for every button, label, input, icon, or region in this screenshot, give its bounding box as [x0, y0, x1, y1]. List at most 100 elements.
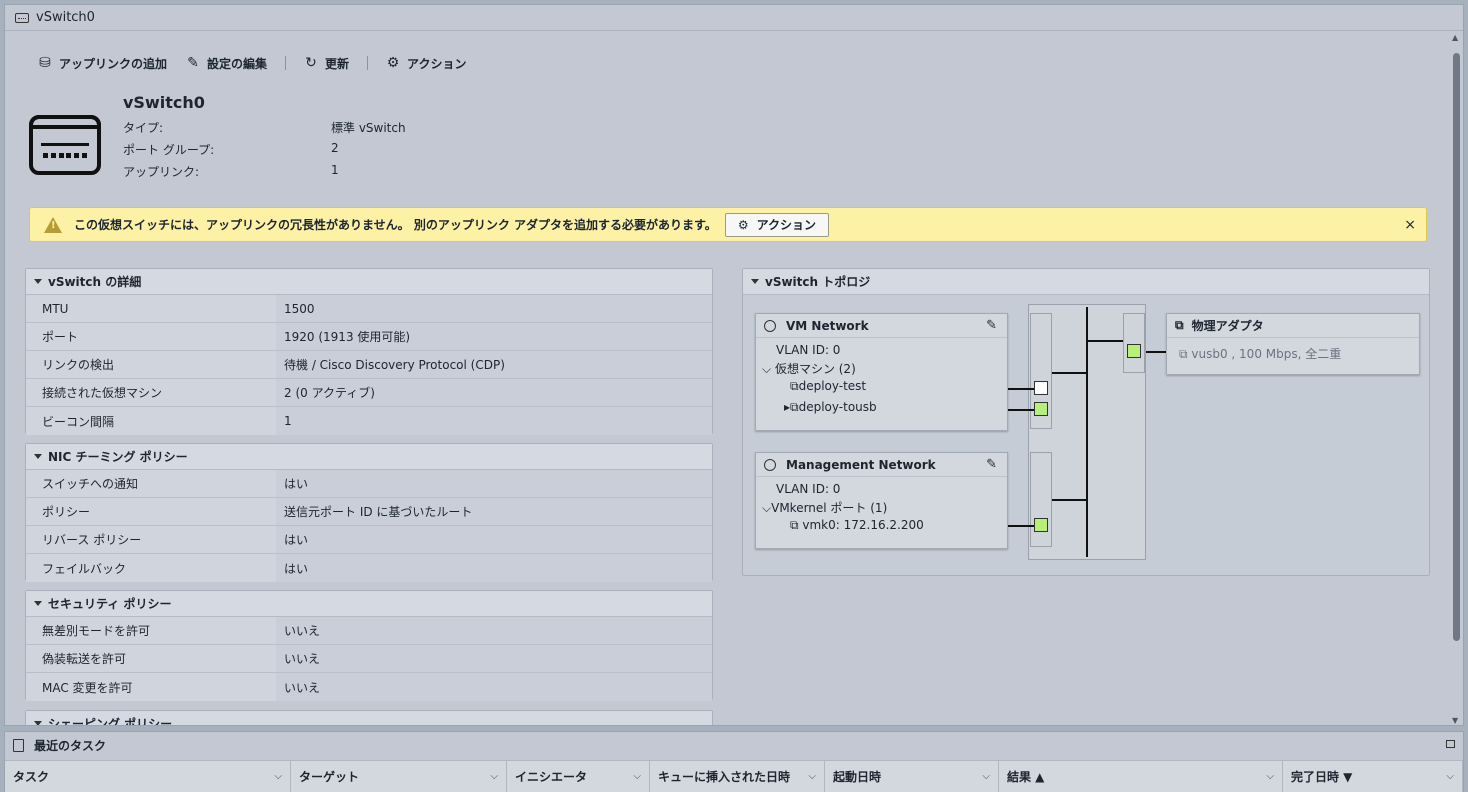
- row-value: はい: [276, 526, 712, 553]
- column-header[interactable]: 結果 ▲ ⌵: [999, 761, 1283, 792]
- column-header[interactable]: 完了日時 ▼ ⌵: [1283, 761, 1463, 792]
- vm-list-toggle[interactable]: ⌵ 仮想マシン (2): [762, 360, 856, 377]
- topology-header[interactable]: vSwitch トポロジ: [743, 269, 1429, 295]
- row-value: 1500: [276, 295, 712, 322]
- vm-link: [1008, 388, 1034, 390]
- security-header[interactable]: セキュリティ ポリシー: [26, 591, 712, 617]
- vmk-link: [1008, 525, 1034, 527]
- details-row: 接続された仮想マシン 2 (0 アクティブ): [26, 379, 712, 407]
- row-label: 無差別モードを許可: [26, 617, 276, 644]
- close-icon[interactable]: ×: [1404, 217, 1416, 233]
- management-network-portgroup[interactable]: Management Network ✎ VLAN ID: 0 ⌵VMkernel…: [755, 452, 1008, 549]
- actions-button[interactable]: ⚙ アクション: [385, 55, 467, 72]
- row-label: ビーコン間隔: [26, 407, 276, 435]
- network-icon: [764, 458, 776, 471]
- chevron-down-icon[interactable]: ⌵: [633, 771, 641, 782]
- vm-network-portgroup[interactable]: VM Network ✎ VLAN ID: 0 ⌵ 仮想マシン (2) ⧉depl…: [755, 313, 1008, 431]
- row-label: ポリシー: [26, 498, 276, 525]
- shaping-panel: シェーピング ポリシー: [25, 710, 713, 725]
- nic-icon: ⧉: [1175, 318, 1184, 332]
- vm-item[interactable]: ▸⧉deploy-tousb: [784, 400, 877, 415]
- chevron-down-icon[interactable]: ⌵: [490, 771, 498, 782]
- row-label: 偽装転送を許可: [26, 645, 276, 672]
- warning-icon: [44, 216, 62, 233]
- row-value: はい: [276, 470, 712, 497]
- row-value: はい: [276, 554, 712, 582]
- clipboard-icon: [13, 738, 24, 752]
- vm-port-active[interactable]: [1034, 402, 1048, 416]
- switch-backbone: [1086, 307, 1088, 557]
- column-label: イニシエータ: [515, 770, 588, 784]
- column-header[interactable]: 起動日時 ⌵: [825, 761, 999, 792]
- vmk-port-active[interactable]: [1034, 518, 1048, 532]
- column-label: 起動日時: [833, 770, 882, 784]
- switch-link: [1052, 372, 1088, 374]
- nic-row: リバース ポリシー はい: [26, 526, 712, 554]
- add-uplink-button[interactable]: ⛁ アップリンクの追加: [37, 55, 167, 72]
- chevron-down-icon[interactable]: ⌵: [1446, 771, 1454, 782]
- nic-row: スイッチへの通知 はい: [26, 470, 712, 498]
- switch-link: [1086, 340, 1123, 342]
- edit-pencil-icon[interactable]: ✎: [986, 457, 997, 472]
- chevron-down-icon[interactable]: ⌵: [982, 771, 990, 782]
- row-value: 1920 (1913 使用可能): [276, 323, 712, 350]
- details-panel: vSwitch の詳細 MTU 1500 ポート 1920 (1913 使用可能) リン…: [25, 268, 713, 435]
- edit-pencil-icon[interactable]: ✎: [986, 318, 997, 333]
- security-row: 偽装転送を許可 いいえ: [26, 645, 712, 673]
- portgroup-row: ポート グループ: 2: [123, 141, 339, 157]
- toolbar-divider: [367, 56, 369, 70]
- nic-teaming-header[interactable]: NIC チーミング ポリシー: [26, 444, 712, 470]
- column-header[interactable]: イニシエータ ⌵: [507, 761, 650, 792]
- column-label: キューに挿入された日時: [658, 770, 791, 784]
- vmk-list-toggle[interactable]: ⌵VMkernel ポート (1): [762, 499, 887, 516]
- vswitch-large-icon: [29, 115, 101, 175]
- minimize-icon[interactable]: [1446, 740, 1455, 748]
- shaping-header[interactable]: シェーピング ポリシー: [26, 711, 712, 725]
- physical-nic-item[interactable]: ⧉ vusb0 , 100 Mbps, 全二重: [1179, 345, 1341, 362]
- window-title: vSwitch0: [36, 10, 95, 25]
- physical-adapters-box[interactable]: ⧉ 物理アダプタ ⧉ vusb0 , 100 Mbps, 全二重: [1166, 313, 1420, 375]
- uplink-port-active[interactable]: [1127, 344, 1141, 358]
- column-header[interactable]: ターゲット ⌵: [291, 761, 507, 792]
- chevron-down-icon[interactable]: ⌵: [808, 771, 816, 782]
- details-row: MTU 1500: [26, 295, 712, 323]
- details-row: ビーコン間隔 1: [26, 407, 712, 435]
- refresh-button[interactable]: ↻ 更新: [303, 55, 349, 72]
- details-row: リンクの検出 待機 / Cisco Discovery Protocol (CDP…: [26, 351, 712, 379]
- type-row: タイプ: 標準 vSwitch: [123, 121, 406, 135]
- warning-text: この仮想スイッチには、アップリンクの冗長性がありません。 別のアップリンク アダ…: [74, 218, 717, 232]
- chevron-down-icon: ⌵: [762, 501, 772, 515]
- vm-port-inactive[interactable]: [1034, 381, 1048, 395]
- column-header[interactable]: キューに挿入された日時 ⌵: [650, 761, 825, 792]
- row-label: スイッチへの通知: [26, 470, 276, 497]
- row-label: リバース ポリシー: [26, 526, 276, 553]
- row-value: 送信元ポート ID に基づいたルート: [276, 498, 712, 525]
- edit-settings-button[interactable]: ✎ 設定の編集: [185, 55, 267, 72]
- vertical-scrollbar[interactable]: ▲ ▼: [1450, 31, 1462, 725]
- column-label: 結果 ▲: [1007, 770, 1045, 784]
- security-panel: セキュリティ ポリシー 無差別モードを許可 いいえ 偽装転送を許可 いいえ MAC 変更…: [25, 590, 713, 701]
- row-label: ポート: [26, 323, 276, 350]
- toolbar-divider: [285, 56, 287, 70]
- row-label: フェイルバック: [26, 554, 276, 582]
- vm-link: [1008, 409, 1034, 411]
- chevron-down-icon[interactable]: ⌵: [1266, 771, 1274, 782]
- pencil-icon: ✎: [187, 55, 199, 71]
- chevron-down-icon[interactable]: ⌵: [274, 771, 282, 782]
- vmk-item[interactable]: ⧉ vmk0: 172.16.2.200: [790, 518, 924, 533]
- warning-actions-button[interactable]: ⚙ アクション: [724, 212, 829, 237]
- row-label: 接続された仮想マシン: [26, 379, 276, 406]
- gear-icon: ⚙: [386, 55, 400, 71]
- vmkernel-icon: ⧉: [790, 518, 803, 532]
- scrollbar-thumb[interactable]: [1453, 53, 1460, 641]
- scroll-up-icon[interactable]: ▲: [1452, 33, 1458, 42]
- vlan-label: VLAN ID: 0: [776, 343, 841, 357]
- details-header[interactable]: vSwitch の詳細: [26, 269, 712, 295]
- vswitch-name: vSwitch0: [123, 93, 205, 112]
- scroll-down-icon[interactable]: ▼: [1452, 716, 1458, 725]
- refresh-icon: ↻: [305, 55, 317, 71]
- vm-item[interactable]: ⧉deploy-test: [790, 379, 866, 394]
- row-label: リンクの検出: [26, 351, 276, 378]
- switch-uplink-block: [1123, 313, 1145, 373]
- column-header[interactable]: タスク ⌵: [5, 761, 291, 792]
